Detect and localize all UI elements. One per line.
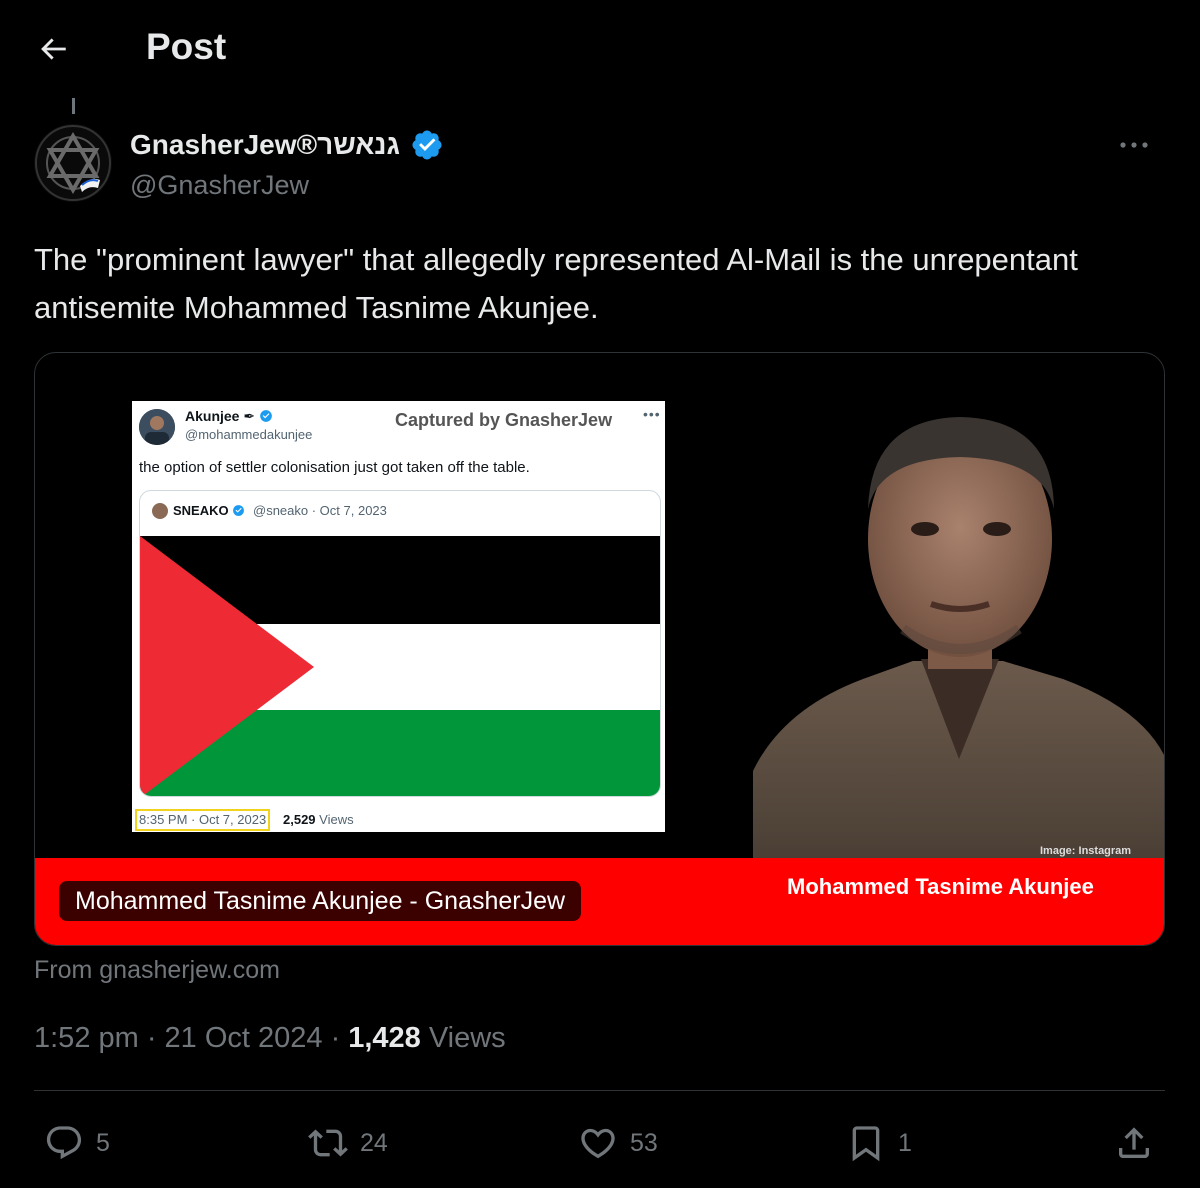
back-button[interactable] xyxy=(28,24,78,74)
link-card[interactable]: Akunjee ✒ @mohammedakunjee Captured by G… xyxy=(34,352,1165,946)
palestinian-flag-image xyxy=(140,536,660,796)
photo-credit: Image: Instagram xyxy=(1040,845,1132,857)
banner-name: Mohammed Tasnime Akunjee xyxy=(787,874,1094,899)
more-options-button[interactable] xyxy=(1114,128,1154,162)
quoted-meta: @sneako · Oct 7, 2023 xyxy=(253,503,387,518)
bookmark-button[interactable]: 1 xyxy=(846,1118,912,1168)
heart-icon xyxy=(581,1128,615,1159)
pen-icon: ✒ xyxy=(243,408,256,424)
thread-line xyxy=(72,98,75,114)
reply-button[interactable]: 5 xyxy=(44,1118,110,1168)
repost-count: 24 xyxy=(360,1128,388,1157)
captured-by-watermark: Captured by GnasherJew xyxy=(395,410,613,430)
quoted-tweet: SNEAKO @sneako · Oct 7, 2023 xyxy=(139,490,661,797)
share-icon xyxy=(1119,1127,1149,1158)
like-count: 53 xyxy=(630,1128,658,1157)
page-title: Post xyxy=(146,26,227,67)
reply-count: 5 xyxy=(96,1128,110,1157)
more-horizontal-icon: ••• xyxy=(643,406,661,422)
embedded-tweet-screenshot: Akunjee ✒ @mohammedakunjee Captured by G… xyxy=(132,401,665,832)
portrait-photo xyxy=(753,379,1164,859)
meta-separator: · xyxy=(330,1022,341,1054)
avatar[interactable] xyxy=(34,124,112,202)
arrow-left-icon xyxy=(41,38,66,60)
reply-icon xyxy=(46,1126,82,1160)
divider xyxy=(34,1090,1165,1091)
card-image: Akunjee ✒ @mohammedakunjee Captured by G… xyxy=(35,353,1164,945)
bookmark-count: 1 xyxy=(898,1128,912,1157)
post-text: The "prominent lawyer" that allegedly re… xyxy=(34,242,1078,325)
star-of-david-logo-icon xyxy=(35,125,111,201)
author-display-name[interactable]: GnasherJew®גנאשר xyxy=(130,129,400,161)
embedded-handle: @mohammedakunjee xyxy=(185,427,313,442)
like-button[interactable]: 53 xyxy=(578,1118,658,1168)
card-title-overlay: Mohammed Tasnime Akunjee - GnasherJew xyxy=(59,881,582,921)
card-source-link[interactable]: From gnasherjew.com xyxy=(34,956,280,985)
post-meta: 1:52 pm · 21 Oct 2024 · 1,428 Views xyxy=(34,1022,506,1055)
verified-badge-icon xyxy=(233,505,245,516)
repost-button[interactable]: 24 xyxy=(308,1118,388,1168)
embedded-text: the option of settler colonisation just … xyxy=(139,459,530,476)
views-label: Views xyxy=(428,1022,506,1054)
more-horizontal-icon xyxy=(1120,142,1148,148)
top-bar: Post xyxy=(0,0,1200,95)
verified-badge-icon xyxy=(412,130,442,160)
post-timestamp[interactable]: 1:52 pm · 21 Oct 2024 xyxy=(34,1022,323,1055)
verified-badge-icon xyxy=(260,410,272,422)
embedded-views: 2,529 Views xyxy=(283,812,354,827)
quoted-avatar xyxy=(152,503,168,519)
embedded-avatar xyxy=(139,409,175,445)
bookmark-icon xyxy=(852,1126,880,1162)
quoted-name: SNEAKO xyxy=(173,503,245,518)
embedded-time: 8:35 PM · Oct 7, 2023 xyxy=(135,809,271,831)
author-handle[interactable]: @GnasherJew xyxy=(130,170,309,201)
views-count: 1,428 xyxy=(348,1022,421,1054)
repost-icon xyxy=(308,1129,348,1157)
share-button[interactable] xyxy=(1114,1118,1154,1168)
embedded-name: Akunjee ✒ xyxy=(185,408,273,425)
